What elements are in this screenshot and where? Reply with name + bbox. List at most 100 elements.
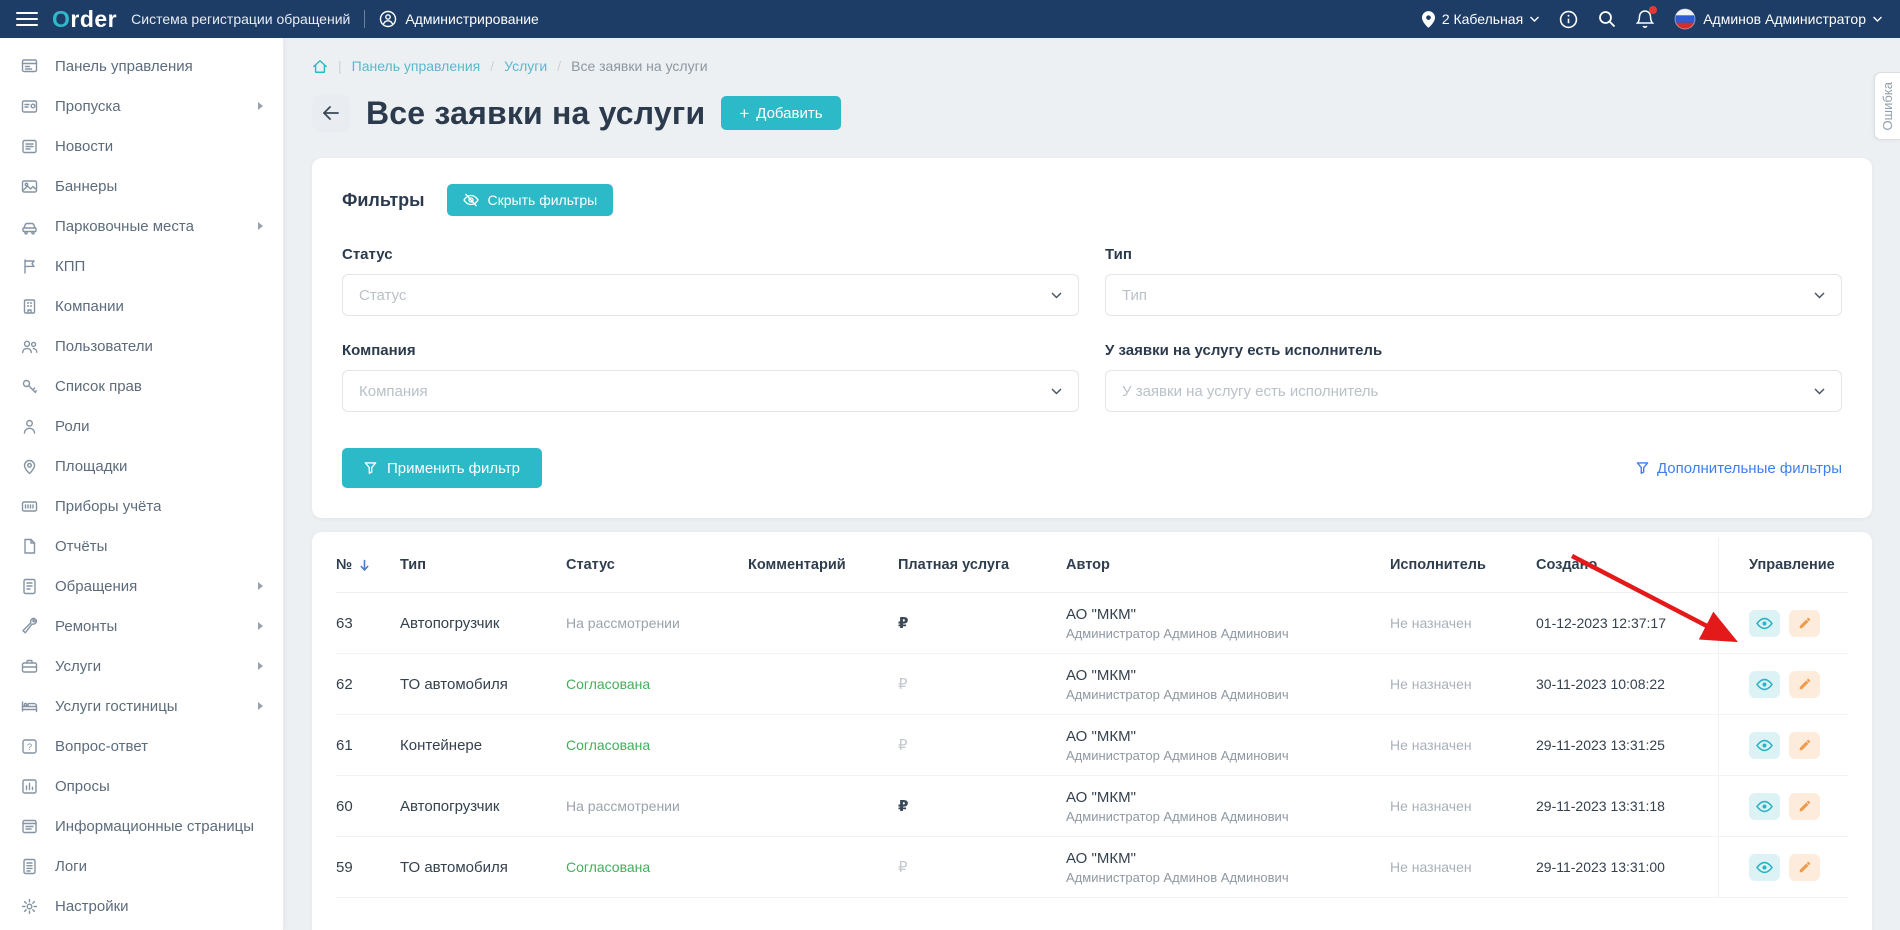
hide-filters-button[interactable]: Скрыть фильтры bbox=[447, 184, 614, 216]
info-icon[interactable] bbox=[1559, 10, 1578, 29]
user-name: Админов Администратор bbox=[1703, 11, 1866, 27]
sidebar-item-rights[interactable]: Список прав bbox=[0, 366, 283, 406]
view-button[interactable] bbox=[1749, 610, 1780, 637]
pages-icon bbox=[20, 817, 42, 836]
cell-created: 01-12-2023 12:37:17 bbox=[1536, 615, 1718, 631]
location-selector[interactable]: 2 Кабельная bbox=[1422, 11, 1539, 28]
edit-button[interactable] bbox=[1789, 610, 1820, 637]
error-tab[interactable]: Ошибка bbox=[1874, 72, 1900, 140]
sidebar-item-parking[interactable]: Парковочные места bbox=[0, 206, 283, 246]
sidebar-item-meters[interactable]: Приборы учёта bbox=[0, 486, 283, 526]
cell-number: 59 bbox=[336, 859, 400, 876]
cell-paid: ₽ bbox=[898, 675, 1066, 693]
additional-filters-link[interactable]: Дополнительные фильтры bbox=[1636, 460, 1842, 477]
author-company: АО "МКМ" bbox=[1066, 789, 1136, 806]
companies-icon bbox=[20, 297, 42, 316]
cell-number: 61 bbox=[336, 737, 400, 754]
notifications-icon[interactable] bbox=[1636, 9, 1654, 29]
edit-button[interactable] bbox=[1789, 854, 1820, 881]
column-header: Автор bbox=[1066, 557, 1390, 573]
filters-title: Фильтры bbox=[342, 190, 425, 211]
view-button[interactable] bbox=[1749, 854, 1780, 881]
top-navbar: Order Система регистрации обращений Адми… bbox=[0, 0, 1900, 38]
chevron-right-icon bbox=[256, 101, 265, 111]
cell-author: АО "МКМ"Администратор Админов Админович bbox=[1066, 667, 1390, 702]
breadcrumb-item[interactable]: Панель управления bbox=[352, 58, 481, 74]
table-row: 61КонтейнереСогласована₽АО "МКМ"Админист… bbox=[336, 715, 1848, 776]
sidebar-item-label: Отчёты bbox=[55, 538, 107, 555]
breadcrumb-item[interactable]: Услуги bbox=[504, 58, 547, 74]
menu-icon[interactable] bbox=[16, 11, 38, 27]
filter-label: Тип bbox=[1105, 246, 1842, 263]
sidebar-item-logs[interactable]: Логи bbox=[0, 846, 283, 886]
navbar-divider bbox=[364, 10, 365, 28]
sidebar-item-dashboard[interactable]: Панель управления bbox=[0, 46, 283, 86]
parking-icon bbox=[20, 217, 42, 236]
select-placeholder: Тип bbox=[1122, 287, 1147, 304]
sidebar-item-companies[interactable]: Компании bbox=[0, 286, 283, 326]
cell-executor: Не назначен bbox=[1390, 615, 1536, 631]
sidebar-item-settings[interactable]: Настройки bbox=[0, 886, 283, 926]
sidebar-item-checkpoint[interactable]: КПП bbox=[0, 246, 283, 286]
main-content: | Панель управления/Услуги/Все заявки на… bbox=[284, 38, 1900, 930]
author-company: АО "МКМ" bbox=[1066, 667, 1136, 684]
sidebar-item-passes[interactable]: Пропуска bbox=[0, 86, 283, 126]
location-pin-icon bbox=[1422, 11, 1435, 28]
rights-icon bbox=[20, 377, 42, 396]
edit-button[interactable] bbox=[1789, 732, 1820, 759]
page-title: Все заявки на услуги bbox=[366, 95, 705, 132]
sidebar-item-polls[interactable]: Опросы bbox=[0, 766, 283, 806]
apply-filter-button[interactable]: Применить фильтр bbox=[342, 448, 542, 488]
eye-icon bbox=[1756, 800, 1773, 813]
sidebar-item-services[interactable]: Услуги bbox=[0, 646, 283, 686]
sidebar-item-pages[interactable]: Информационные страницы bbox=[0, 806, 283, 846]
filter-field-status: СтатусСтатус bbox=[342, 246, 1079, 316]
breadcrumb-item: Все заявки на услуги bbox=[571, 58, 707, 74]
column-header: Управление bbox=[1718, 538, 1848, 592]
view-button[interactable] bbox=[1749, 671, 1780, 698]
app-logo[interactable]: Order bbox=[52, 8, 117, 31]
cell-executor: Не назначен bbox=[1390, 859, 1536, 875]
add-button[interactable]: + Добавить bbox=[721, 96, 840, 130]
sidebar-item-label: КПП bbox=[55, 258, 85, 275]
filter-select-status[interactable]: Статус bbox=[342, 274, 1079, 316]
home-icon[interactable] bbox=[312, 59, 328, 74]
eye-icon bbox=[1756, 678, 1773, 691]
sidebar-item-roles[interactable]: Роли bbox=[0, 406, 283, 446]
dashboard-icon bbox=[20, 57, 42, 76]
faq-icon: ? bbox=[20, 737, 42, 756]
sidebar-item-appeals[interactable]: Обращения bbox=[0, 566, 283, 606]
passes-icon bbox=[20, 97, 42, 116]
sidebar-item-repairs[interactable]: Ремонты bbox=[0, 606, 283, 646]
edit-button[interactable] bbox=[1789, 671, 1820, 698]
sidebar-item-hotel[interactable]: Услуги гостиницы bbox=[0, 686, 283, 726]
pencil-icon bbox=[1798, 738, 1812, 752]
edit-button[interactable] bbox=[1789, 793, 1820, 820]
sidebar-item-news[interactable]: Новости bbox=[0, 126, 283, 166]
search-icon[interactable] bbox=[1598, 10, 1616, 28]
pencil-icon bbox=[1798, 799, 1812, 813]
sidebar-item-banners[interactable]: Баннеры bbox=[0, 166, 283, 206]
user-menu[interactable]: Админов Администратор bbox=[1674, 8, 1882, 30]
filter-select-company[interactable]: Компания bbox=[342, 370, 1079, 412]
table-row: 60АвтопогрузчикНа рассмотрении₽АО "МКМ"А… bbox=[336, 776, 1848, 837]
breadcrumb: | Панель управления/Услуги/Все заявки на… bbox=[312, 38, 1872, 74]
back-button[interactable] bbox=[312, 94, 350, 132]
filter-select-type[interactable]: Тип bbox=[1105, 274, 1842, 316]
sidebar-item-sites[interactable]: Площадки bbox=[0, 446, 283, 486]
sidebar-item-users[interactable]: Пользователи bbox=[0, 326, 283, 366]
column-header[interactable]: № bbox=[336, 557, 400, 573]
view-button[interactable] bbox=[1749, 732, 1780, 759]
sites-icon bbox=[20, 457, 42, 476]
sidebar-item-reports[interactable]: Отчёты bbox=[0, 526, 283, 566]
sidebar-item-faq[interactable]: ?Вопрос-ответ bbox=[0, 726, 283, 766]
cell-paid: ₽ bbox=[898, 736, 1066, 754]
pencil-icon bbox=[1798, 616, 1812, 630]
view-button[interactable] bbox=[1749, 793, 1780, 820]
table-row: 63АвтопогрузчикНа рассмотрении₽АО "МКМ"А… bbox=[336, 593, 1848, 654]
table-header: №ТипСтатусКомментарийПлатная услугаАвтор… bbox=[336, 538, 1848, 593]
filter-select-executor[interactable]: У заявки на услугу есть исполнитель bbox=[1105, 370, 1842, 412]
checkpoint-icon bbox=[20, 257, 42, 276]
logo-text: rder bbox=[70, 6, 117, 32]
administration-link[interactable]: Администрирование bbox=[379, 10, 539, 28]
